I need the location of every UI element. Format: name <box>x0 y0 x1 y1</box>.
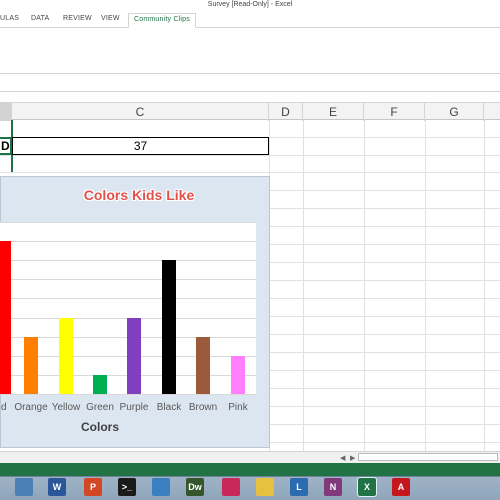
column-header-f[interactable]: F <box>364 103 425 121</box>
lync-icon[interactable]: L <box>290 478 308 496</box>
dreamweaver-icon[interactable]: Dw <box>186 478 204 496</box>
formula-bar[interactable] <box>0 74 500 92</box>
excel-icon[interactable]: X <box>357 477 377 497</box>
ribbon-tabs: ULAS DATA REVIEW VIEW Community Clips <box>0 12 500 28</box>
acrobat-icon[interactable]: A <box>392 478 410 496</box>
x-axis-title[interactable]: Colors <box>60 420 140 434</box>
status-bar <box>0 463 500 476</box>
scrollbar-thumb[interactable] <box>358 453 498 461</box>
chart-title[interactable]: Colors Kids Like <box>0 187 278 203</box>
cell-c-value[interactable]: 37 <box>12 137 269 155</box>
title-bar: Survey [Read-Only] - Excel <box>0 0 500 12</box>
window-title: Survey [Read-Only] - Excel <box>207 1 293 8</box>
column-header-g[interactable]: G <box>425 103 484 121</box>
folder-icon[interactable] <box>256 478 274 496</box>
column-header-d[interactable]: D <box>269 103 303 121</box>
taskbar <box>0 476 500 500</box>
column-header-row: C D E F G <box>0 102 500 121</box>
start-icon[interactable] <box>15 478 33 496</box>
column-header-c[interactable]: C <box>12 103 269 121</box>
word-icon[interactable]: W <box>48 478 66 496</box>
scroll-right-arrow-icon[interactable]: ▶ <box>350 454 355 462</box>
tab-view[interactable]: VIEW <box>101 15 120 22</box>
tab-data[interactable]: DATA <box>31 15 49 22</box>
tab-formulas[interactable]: ULAS <box>0 15 19 22</box>
column-header-e[interactable]: E <box>303 103 364 121</box>
tab-community-clips[interactable]: Community Clips <box>128 13 196 28</box>
column-header-b[interactable] <box>0 103 12 121</box>
powerpoint-icon[interactable]: P <box>84 478 102 496</box>
app-icon[interactable] <box>152 478 170 496</box>
onenote-icon[interactable]: N <box>324 478 342 496</box>
cell-b-value[interactable]: D <box>0 137 12 155</box>
ribbon-body <box>0 28 500 74</box>
tab-review[interactable]: REVIEW <box>63 15 92 22</box>
media-icon[interactable] <box>222 478 240 496</box>
cmd-icon[interactable]: >_ <box>118 478 136 496</box>
plot-area[interactable] <box>0 222 256 394</box>
scroll-left-arrow-icon[interactable]: ◀ <box>340 454 345 462</box>
